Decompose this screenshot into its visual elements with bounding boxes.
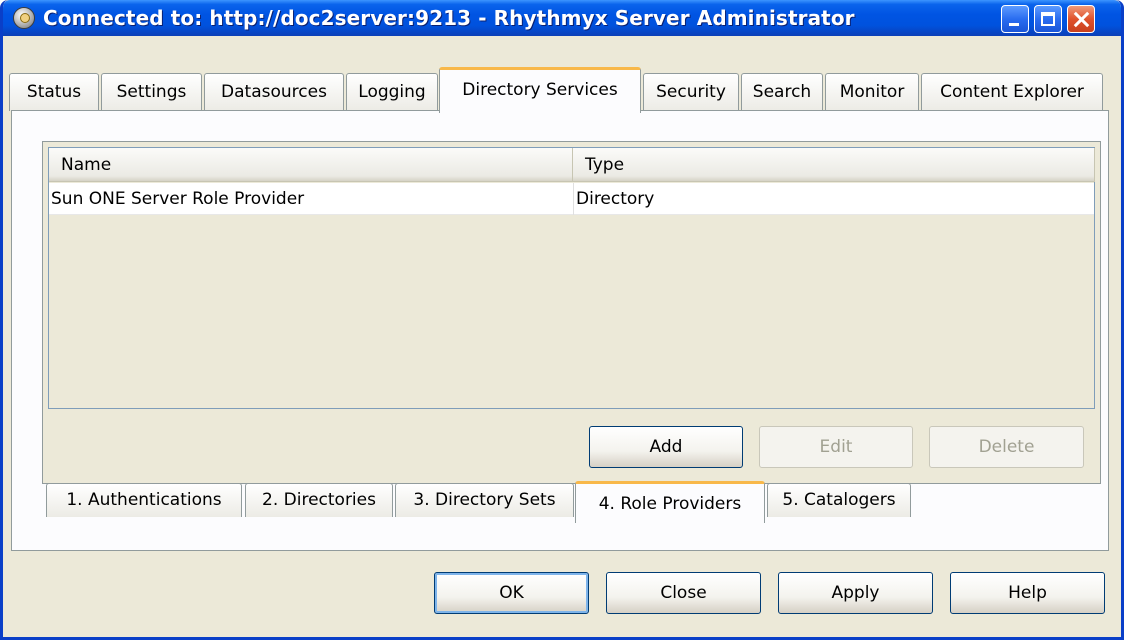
role-providers-panel: Name Type Sun ONE Server Role Provider D… (42, 141, 1101, 484)
tab-logging[interactable]: Logging (346, 73, 438, 111)
delete-button[interactable]: Delete (929, 426, 1084, 468)
minimize-icon[interactable] (1001, 5, 1029, 33)
title-bar[interactable]: Connected to: http://doc2server:9213 - R… (3, 0, 1121, 36)
tab-directory-services[interactable]: Directory Services (439, 67, 641, 113)
apply-button[interactable]: Apply (778, 572, 933, 614)
close-icon[interactable] (1067, 5, 1095, 33)
window-title: Connected to: http://doc2server:9213 - R… (43, 6, 855, 30)
directory-services-panel: Name Type Sun ONE Server Role Provider D… (11, 110, 1109, 551)
tab-content-explorer[interactable]: Content Explorer (921, 73, 1103, 111)
tab-status[interactable]: Status (9, 73, 99, 111)
admin-window: Connected to: http://doc2server:9213 - R… (0, 0, 1124, 640)
edit-button[interactable]: Edit (759, 426, 913, 468)
tab-settings[interactable]: Settings (101, 73, 202, 111)
column-header-name[interactable]: Name (49, 148, 573, 182)
subtab-authentications[interactable]: 1. Authentications (46, 483, 242, 517)
column-header-type[interactable]: Type (573, 148, 1095, 182)
tab-monitor[interactable]: Monitor (825, 73, 919, 111)
tab-security[interactable]: Security (643, 73, 739, 111)
subtab-directory-sets[interactable]: 3. Directory Sets (395, 483, 574, 517)
tab-search[interactable]: Search (741, 73, 823, 111)
tab-datasources[interactable]: Datasources (204, 73, 344, 111)
maximize-icon[interactable] (1034, 5, 1062, 33)
table-row[interactable]: Sun ONE Server Role Provider Directory (49, 183, 1094, 215)
subtab-directories[interactable]: 2. Directories (245, 483, 393, 517)
cell-name: Sun ONE Server Role Provider (51, 189, 305, 209)
help-button[interactable]: Help (950, 572, 1105, 614)
add-button[interactable]: Add (589, 426, 743, 468)
cell-type: Directory (573, 183, 1093, 215)
server-admin-icon[interactable] (13, 7, 35, 29)
subtab-role-providers[interactable]: 4. Role Providers (575, 481, 765, 523)
ok-button[interactable]: OK (434, 572, 589, 614)
role-providers-table[interactable]: Name Type Sun ONE Server Role Provider D… (48, 147, 1095, 409)
subtab-catalogers[interactable]: 5. Catalogers (767, 483, 911, 517)
close-button[interactable]: Close (606, 572, 761, 614)
